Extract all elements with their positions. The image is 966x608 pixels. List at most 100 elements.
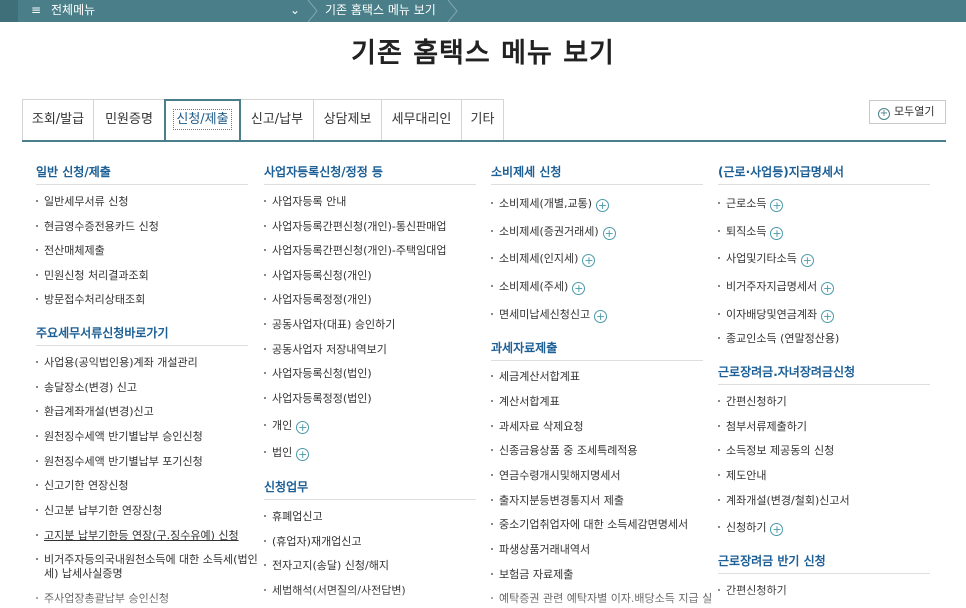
menu-link[interactable]: 송달장소(변경) 신고 [36, 381, 137, 395]
menu-link[interactable]: 전자고지(송달) 신청/해지 [264, 559, 389, 573]
menu-link[interactable]: 공동사업자(대표) 승인하기 [264, 318, 395, 332]
all-menu-button[interactable]: 전체메뉴 [51, 2, 95, 18]
section-heading[interactable]: 근로장려금.자녀장려금신청 [718, 364, 855, 380]
menu-link[interactable]: 방문접수처리상태조회 [36, 293, 145, 307]
menu-link[interactable]: 소득정보 제공동의 신청 [718, 444, 834, 458]
plus-circle-icon[interactable]: + [821, 282, 835, 295]
menu-link[interactable]: 공동사업자 저장내역보기 [264, 343, 387, 357]
tab-application-submission[interactable]: 신청/제출 [164, 99, 241, 142]
plus-circle-icon[interactable]: + [770, 523, 784, 536]
menu-link[interactable]: (휴업자)재개업신고 [264, 535, 362, 549]
menu-link-expandable[interactable]: 면세미납세신청신고 + [491, 308, 608, 323]
menu-link[interactable]: 주사업장총괄납부 승인신청 [36, 592, 169, 606]
menu-link[interactable]: 계좌개설(변경/철회)신고서 [718, 494, 850, 508]
menu-link-expandable[interactable]: 비거주자지급명세서 + [718, 280, 835, 295]
breadcrumb-separator-icon [447, 0, 458, 22]
menu-link[interactable]: 제도안내 [718, 469, 766, 483]
menu-link-expandable[interactable]: 소비제세(주세) + [491, 280, 586, 295]
plus-circle-icon[interactable]: + [594, 310, 608, 323]
plus-circle-icon[interactable]: + [770, 227, 784, 240]
menu-link-label: 공동사업자 저장내역보기 [272, 343, 387, 356]
menu-link[interactable]: 사업자등록정정(개인) [264, 293, 372, 307]
breadcrumb-current[interactable]: 기존 홈택스 메뉴 보기 [325, 2, 436, 18]
plus-circle-icon[interactable]: + [821, 310, 835, 323]
menu-link[interactable]: 간편신청하기 [718, 584, 787, 598]
section-heading[interactable]: 소비제세 신청 [491, 164, 561, 180]
bullet-icon [718, 337, 720, 339]
tab-etc[interactable]: 기타 [462, 99, 504, 141]
menu-link[interactable]: 일반세무서류 신청 [36, 195, 128, 209]
menu-link-hovered[interactable]: 고지분 납부기한등 연장(구.징수유예) 신청 [36, 529, 239, 543]
menu-link-label: 연금수령개시및해지명세서 [499, 469, 621, 482]
plus-circle-icon[interactable]: + [770, 199, 784, 212]
tab-tax-agent[interactable]: 세무대리인 [382, 99, 462, 141]
menu-link[interactable]: 사업자등록정정(법인) [264, 392, 372, 406]
menu-link[interactable]: 보험금 자료제출 [491, 568, 573, 582]
menu-link[interactable]: 간편신청하기 [718, 395, 787, 409]
menu-link-expandable[interactable]: 퇴직소득 + [718, 225, 784, 240]
plus-circle-icon[interactable]: + [572, 282, 586, 295]
menu-link-expandable[interactable]: 소비제세(증권거래세) + [491, 225, 616, 240]
expand-all-button[interactable]: + 모두열기 [869, 100, 946, 124]
menu-link[interactable]: 사업자등록신청(법인) [264, 367, 372, 381]
menu-link[interactable]: 과세자료 삭제요청 [491, 420, 583, 434]
plus-circle-icon[interactable]: + [596, 199, 610, 212]
menu-link[interactable]: 예탁증권 관련 예탁자별 이자.배당소득 지급 실 [491, 592, 712, 606]
menu-link[interactable]: 파생상품거래내역서 [491, 543, 590, 557]
menu-link-expandable[interactable]: 소비제세(개별,교통) + [491, 197, 610, 212]
menu-link[interactable]: 사업자등록신청(개인) [264, 269, 372, 283]
section-heading[interactable]: 신청업무 [264, 479, 308, 495]
menu-link[interactable]: 사업자등록 안내 [264, 195, 346, 209]
menu-link-expandable[interactable]: 소비제세(인지세) + [491, 252, 596, 267]
plus-circle-icon[interactable]: + [582, 254, 596, 267]
plus-circle-icon[interactable]: + [602, 227, 616, 240]
menu-link[interactable]: 사업용(공익법인용)계좌 개설관리 [36, 356, 198, 370]
menu-link-expandable[interactable]: 근로소득 + [718, 197, 784, 212]
menu-link-expandable[interactable]: 법인 + [264, 446, 310, 461]
menu-link[interactable]: 현금영수증전용카드 신청 [36, 220, 159, 234]
section-heading[interactable]: 사업자등록신청/정정 등 [264, 164, 383, 180]
menu-link[interactable]: 중소기업취업자에 대한 소득세감면명세서 [491, 518, 688, 532]
menu-link[interactable]: 출자지분등변경통지서 제출 [491, 494, 624, 508]
menu-link[interactable]: 세법해석(서면질의/사전답변) [264, 584, 406, 598]
menu-link[interactable]: 신고분 납부기한 연장신청 [36, 504, 162, 518]
menu-link-expandable[interactable]: 이자배당및연금계좌 + [718, 308, 835, 323]
menu-link-expandable[interactable]: 신청하기 + [718, 521, 784, 536]
section-heading[interactable]: 주요세무서류신청바로가기 [36, 325, 168, 341]
tab-label: 세무대리인 [391, 112, 452, 127]
menu-link[interactable]: 휴폐업신고 [264, 510, 323, 524]
menu-link-expandable[interactable]: 개인 + [264, 419, 310, 434]
menu-link-label: 중소기업취업자에 대한 소득세감면명세서 [499, 518, 689, 531]
bullet-icon [36, 597, 38, 599]
menu-link[interactable]: 계산서합계표 [491, 395, 560, 409]
menu-link-expandable[interactable]: 사업및기타소득 + [718, 252, 814, 267]
chevron-down-icon[interactable]: ⌄ [290, 1, 300, 19]
menu-link[interactable]: 원천징수세액 반기별납부 승인신청 [36, 430, 203, 444]
section-heading[interactable]: 근로장려금 반기 신청 [718, 553, 826, 569]
section-heading[interactable]: (근로·사업등)지급명세서 [718, 164, 844, 180]
hamburger-icon[interactable]: ≡ [31, 1, 41, 19]
menu-link[interactable]: 환급계좌개설(변경)신고 [36, 405, 154, 419]
menu-link[interactable]: 전산매체제출 [36, 244, 105, 258]
menu-link[interactable]: 첨부서류제출하기 [718, 420, 807, 434]
section-heading[interactable]: 일반 신청/제출 [36, 164, 111, 180]
menu-link[interactable]: 종교인소득 (연말정산용) [718, 332, 839, 346]
menu-link[interactable]: 세금계산서합계표 [491, 370, 580, 384]
tab-report-payment[interactable]: 신고/납부 [241, 99, 314, 141]
menu-link[interactable]: 민원신청 처리결과조회 [36, 269, 149, 283]
menu-link[interactable]: 사업자등록간편신청(개인)-주택임대업 [264, 244, 446, 258]
menu-link[interactable]: 신종금융상품 중 조세특례적용 [491, 444, 638, 458]
section-heading[interactable]: 과세자료제출 [491, 340, 557, 356]
menu-link[interactable]: 사업자등록간편신청(개인)-통신판매업 [264, 220, 446, 234]
plus-circle-icon[interactable]: + [296, 421, 310, 434]
tab-inquiry-issue[interactable]: 조회/발급 [22, 99, 94, 141]
tab-consult-report[interactable]: 상담제보 [314, 99, 382, 141]
menu-link[interactable]: 비거주자등의국내원천소득에 대한 소득세(법인 세) 납세사실증명 [36, 553, 258, 581]
menu-link-label: 신고분 납부기한 연장신청 [44, 504, 163, 517]
tab-civil-certificate[interactable]: 민원증명 [94, 99, 165, 141]
plus-circle-icon[interactable]: + [296, 448, 310, 461]
menu-link[interactable]: 원천징수세액 반기별납부 포기신청 [36, 455, 203, 469]
menu-link[interactable]: 연금수령개시및해지명세서 [491, 469, 620, 483]
menu-link[interactable]: 신고기한 연장신청 [36, 479, 128, 493]
plus-circle-icon[interactable]: + [800, 254, 814, 267]
